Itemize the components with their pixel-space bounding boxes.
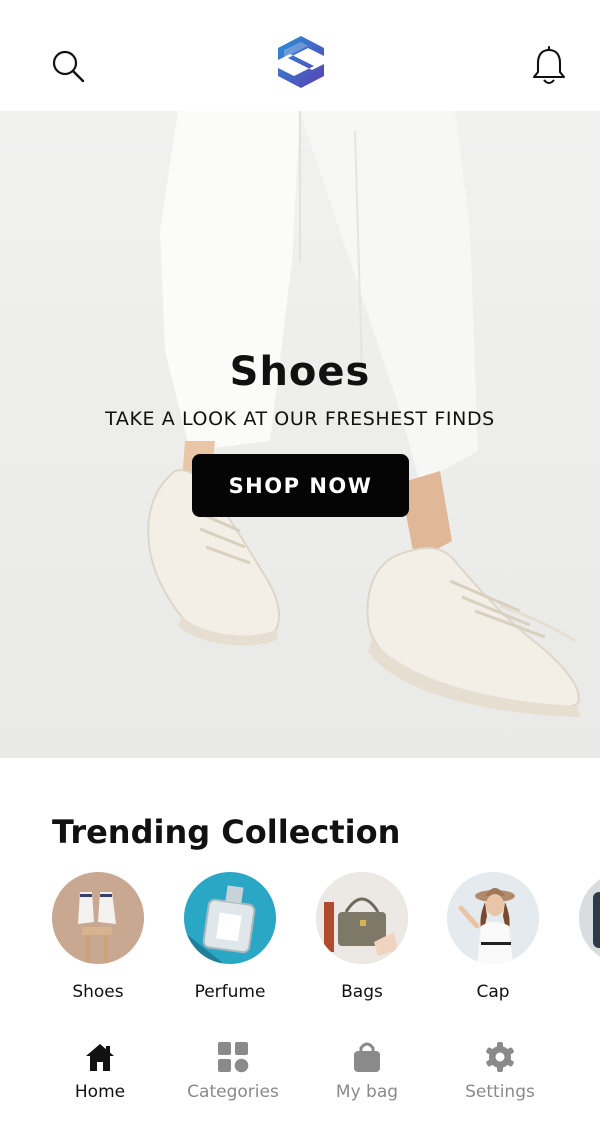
trend-item-cap[interactable]: Cap	[438, 872, 548, 1002]
bag-icon	[354, 1042, 380, 1072]
bottom-navigation: Home Categories My bag Settings	[0, 1030, 600, 1127]
nav-home[interactable]: Home	[40, 1040, 160, 1102]
bags-thumbnail	[316, 872, 408, 964]
hero-banner[interactable]: Shoes TAKE A LOOK AT OUR FRESHEST FINDS …	[0, 111, 600, 758]
search-icon	[52, 50, 85, 83]
trend-item-partial[interactable]	[570, 872, 600, 982]
hero-title: Shoes	[229, 349, 371, 395]
trend-item-label: Shoes	[72, 982, 124, 1002]
trend-item-label: Bags	[341, 982, 383, 1002]
trend-item-perfume[interactable]: Perfume	[175, 872, 285, 1002]
nav-my-bag[interactable]: My bag	[307, 1040, 427, 1102]
cap-thumbnail	[447, 872, 539, 964]
partial-thumbnail	[579, 872, 600, 964]
trend-item-shoes[interactable]: Shoes	[43, 872, 153, 1002]
brand-s-logo-icon	[278, 36, 324, 88]
app-header	[0, 0, 600, 111]
trend-item-label: Perfume	[194, 982, 266, 1002]
trending-collection-list: Shoes Perfume Bags Cap	[0, 872, 600, 1012]
notifications-button[interactable]	[521, 38, 577, 94]
search-button[interactable]	[40, 38, 96, 94]
gear-icon	[486, 1042, 514, 1072]
grid-icon	[218, 1042, 249, 1073]
trend-item-bags[interactable]: Bags	[307, 872, 417, 1002]
trend-item-label: Cap	[476, 982, 510, 1002]
hero-shoes-image	[0, 111, 600, 758]
hero-subtitle: TAKE A LOOK AT OUR FRESHEST FINDS	[105, 408, 495, 430]
nav-settings[interactable]: Settings	[440, 1040, 560, 1102]
nav-categories[interactable]: Categories	[173, 1040, 293, 1102]
brand-logo[interactable]	[268, 30, 334, 96]
nav-my-bag-label: My bag	[335, 1082, 399, 1102]
perfume-thumbnail	[184, 872, 276, 964]
nav-settings-label: Settings	[465, 1082, 535, 1102]
shoes-thumbnail	[52, 872, 144, 964]
bell-icon	[532, 45, 566, 85]
home-icon	[86, 1044, 114, 1071]
section-title-trending: Trending Collection	[52, 813, 401, 851]
nav-categories-label: Categories	[187, 1082, 279, 1102]
shop-now-button[interactable]: SHOP NOW	[192, 454, 409, 517]
nav-home-label: Home	[74, 1082, 126, 1102]
